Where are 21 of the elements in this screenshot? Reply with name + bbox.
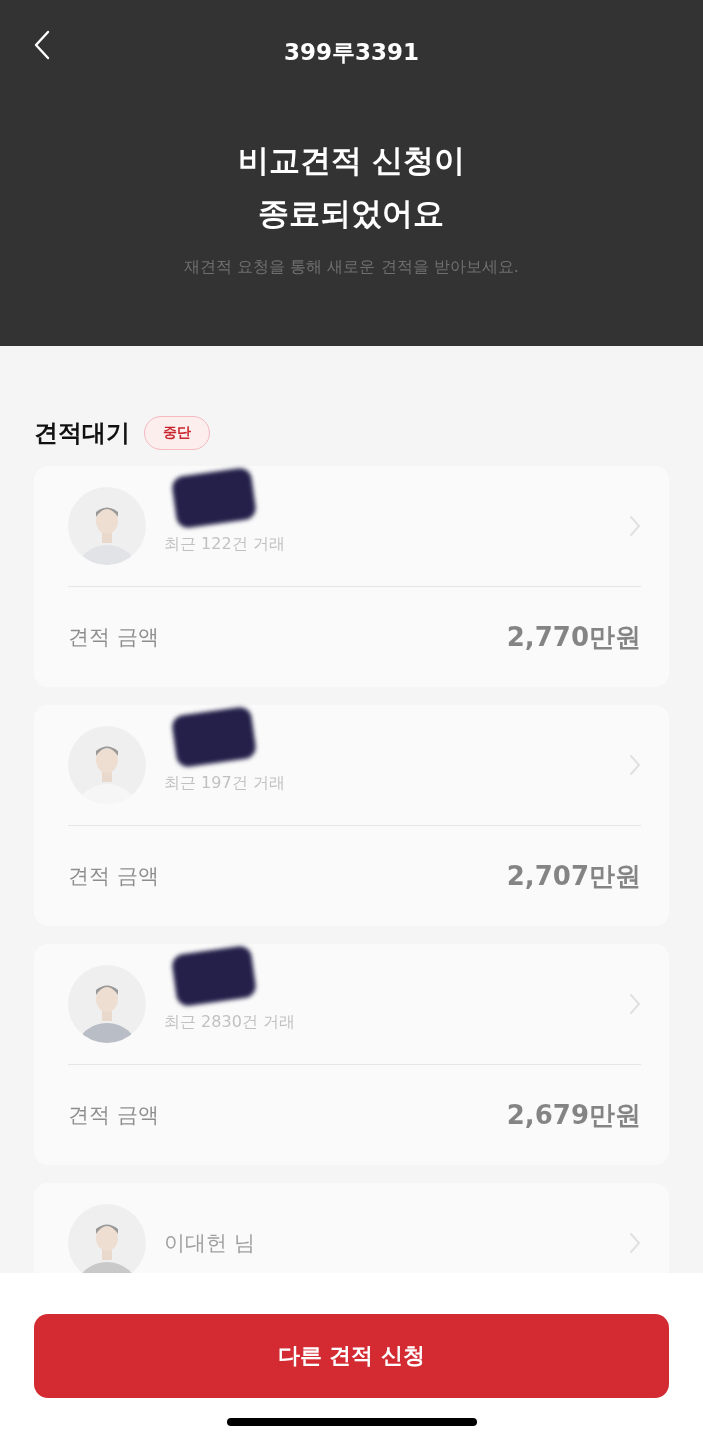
status-badge: 중단	[144, 416, 210, 450]
chevron-right-icon	[629, 754, 641, 776]
chevron-right-icon	[629, 515, 641, 537]
chevron-right-icon	[629, 1232, 641, 1254]
amount-value: 2,679만원	[506, 1098, 641, 1132]
amount-label: 견적 금액	[68, 1102, 159, 1129]
deal-count: 최근 122건 거래	[164, 533, 286, 555]
amount-label: 견적 금액	[68, 624, 159, 651]
back-icon[interactable]	[34, 30, 50, 60]
deal-count: 최근 2830건 거래	[164, 1011, 296, 1033]
amount-value: 2,707만원	[506, 859, 641, 893]
request-button[interactable]: 다른 견적 신청	[34, 1314, 669, 1398]
plate-number: 399루3391	[284, 37, 419, 67]
agent-name: 이대헌 님	[164, 1231, 255, 1255]
amount-label: 견적 금액	[68, 863, 159, 890]
subtitle: 재견적 요청을 통해 새로운 견적을 받아보세요.	[184, 257, 519, 279]
section-title: 견적대기	[34, 418, 130, 449]
amount-value: 2,770만원	[506, 620, 641, 654]
headline: 비교견적 신청이 종료되었어요	[237, 141, 466, 233]
deal-count: 최근 197건 거래	[164, 772, 286, 794]
chevron-right-icon	[629, 993, 641, 1015]
